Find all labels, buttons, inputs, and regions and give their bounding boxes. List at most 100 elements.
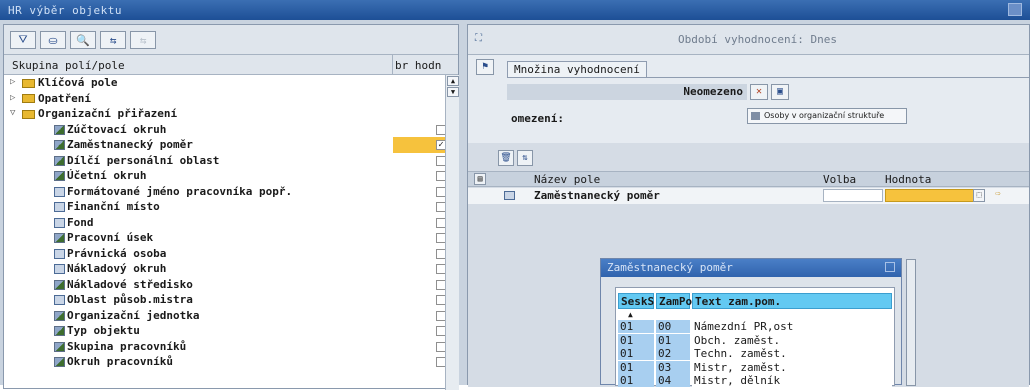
window-title: HR výběr objektu	[8, 4, 122, 17]
popup-close-icon[interactable]	[885, 262, 895, 272]
tree-item[interactable]: Pracovní úsek	[4, 230, 446, 246]
field-edit-icon	[54, 326, 65, 336]
evaluation-set-area: Neomezeno ✕ ▣ omezení: Osoby v organizač…	[507, 77, 1029, 137]
tree-item[interactable]: ▷ Klíčová pole	[4, 75, 445, 91]
restriction-label: omezení:	[511, 112, 564, 125]
details-icon[interactable]: ▣	[771, 84, 789, 100]
field-edit-icon	[54, 124, 65, 135]
cell-zampo[interactable]: 02	[656, 347, 690, 360]
tree-item[interactable]: Okruh pracovníků	[4, 354, 446, 370]
main-area: ⛛ ⛀ 🔍 ⇆ ⇆ Skupina polí/pole br hodn ▷ Klí…	[0, 20, 1030, 390]
tree-item[interactable]: Zaměstnanecký poměr ✓	[4, 137, 446, 153]
tree-item[interactable]: Skupina pracovníků	[4, 339, 446, 355]
tree-item[interactable]: Oblast působ.mistra	[4, 292, 446, 308]
filter-button[interactable]: ⛛	[10, 31, 36, 49]
cell-seskS[interactable]: 01	[618, 374, 654, 387]
tree-item[interactable]: Právnická osoba	[4, 246, 446, 262]
popup-scrollbar[interactable]	[906, 259, 916, 386]
cell-zampo[interactable]: 01	[656, 333, 690, 347]
cell-text[interactable]: Obch. zaměst.	[692, 333, 892, 347]
collapse-button[interactable]: ⛀	[40, 31, 66, 49]
tree-item-label: Nákladový okruh	[54, 261, 166, 277]
cell-seskS[interactable]: 01	[618, 360, 654, 374]
cell-text[interactable]: Techn. zaměst.	[692, 347, 892, 360]
window-menu-button[interactable]	[1008, 3, 1022, 16]
tree-item[interactable]: Formátované jméno pracovníka popř.	[4, 184, 446, 200]
value-help-icon[interactable]: ⬚	[973, 189, 985, 202]
multiple-selection-icon[interactable]: ⇨	[988, 189, 1008, 202]
evaluation-set-tab[interactable]: Množina vyhodnocení	[507, 61, 647, 77]
value-input[interactable]	[885, 189, 985, 202]
column-header-text[interactable]: Text zam.pom.	[692, 293, 892, 309]
folder-icon	[22, 109, 35, 119]
tree-item-text: Účetní okruh	[67, 169, 147, 182]
sort-ascending-icon: ▲	[628, 310, 633, 319]
tree-item-text: Fond	[67, 215, 94, 229]
folder-icon	[22, 94, 35, 103]
cell-text[interactable]: Námezdní PR,ost	[692, 320, 892, 333]
popup-title: Zaměstnanecký poměr	[607, 261, 733, 274]
option-input[interactable]	[823, 189, 883, 202]
tree-item-label: Nákladové středisko	[54, 277, 193, 293]
expand-arrow-icon[interactable]: ▷	[10, 91, 18, 107]
cell-seskS[interactable]: 01	[618, 320, 654, 333]
find-button[interactable]: 🔍	[70, 31, 96, 49]
tree-scrollbar[interactable]: ▲ ▼	[445, 75, 459, 390]
select-all-rows-icon[interactable]: ▤	[474, 173, 486, 185]
tree-item-label: Typ objektu	[54, 323, 140, 339]
tree-item-text: Klíčová pole	[38, 76, 118, 89]
tree-item[interactable]: Finanční místo	[4, 199, 446, 215]
tree-item[interactable]: Nákladové středisko	[4, 277, 446, 293]
table-row[interactable]: Zaměstnanecký poměr ⬚ ⇨	[468, 188, 1029, 204]
delete-row-icon[interactable]: 🗑	[498, 150, 514, 166]
evaluation-period-bar: ⛶ Období vyhodnocení: Dnes	[468, 25, 1029, 55]
tree-item-text: Formátované jméno pracovníka popř.	[67, 184, 293, 198]
popup-titlebar: Zaměstnanecký poměr	[601, 259, 901, 277]
org-structure-persons-button[interactable]: Osoby v organizační struktuře	[747, 108, 907, 124]
column-header-zampo[interactable]: ZamPo	[656, 293, 692, 309]
cell-text[interactable]: Mistr, zaměst.	[692, 360, 892, 374]
tree-item[interactable]: Organizační jednotka	[4, 308, 446, 324]
scroll-down-arrow[interactable]: ▼	[447, 87, 459, 97]
sort-icon[interactable]: ⇅	[517, 150, 533, 166]
tree-item-label: Finanční místo	[54, 199, 160, 215]
tree-item-label: Dílčí personální oblast	[54, 153, 219, 169]
tree-item-label: Právnická osoba	[54, 246, 166, 262]
tree-item[interactable]: Typ objektu	[4, 323, 446, 339]
cell-zampo[interactable]: 04	[656, 374, 690, 387]
value-list: SeskS ZamPo Text zam.pom. ▲ 01 00 Námezdní…	[615, 287, 895, 387]
cell-zampo[interactable]: 03	[656, 360, 690, 374]
field-group-panel: ⛛ ⛀ 🔍 ⇆ ⇆ Skupina polí/pole br hodn ▷ Klí…	[3, 24, 459, 390]
scroll-up-arrow[interactable]: ▲	[447, 76, 459, 86]
tree-item-label: Organizační přiřazení	[22, 106, 177, 122]
column-header-seskS[interactable]: SeskS	[618, 293, 654, 309]
expand-arrow-icon[interactable]: ▷	[10, 75, 18, 91]
transfer-button[interactable]: ⇆	[100, 31, 126, 49]
field-edit-icon	[54, 155, 65, 166]
tree-item[interactable]: Fond	[4, 215, 446, 231]
tree-item[interactable]: Účetní okruh	[4, 168, 446, 184]
folder-icon	[22, 78, 35, 88]
delete-restriction-icon[interactable]: ✕	[750, 84, 768, 100]
cell-seskS[interactable]: 01	[618, 333, 654, 347]
field-edit-icon	[54, 140, 65, 150]
transfer-disabled-button[interactable]: ⇆	[130, 31, 156, 49]
period-icon[interactable]: ⛶	[475, 33, 482, 44]
tree-item-text: Organizační jednotka	[67, 308, 200, 322]
tree-item[interactable]: Dílčí personální oblast	[4, 153, 446, 169]
tree-item-text: Skupina pracovníků	[67, 339, 187, 353]
field-icon	[54, 202, 65, 212]
tree-item-text: Zúčtovací okruh	[67, 122, 167, 136]
collapse-arrow-icon[interactable]: ▽	[10, 106, 18, 122]
tree-item[interactable]: Nákladový okruh	[4, 261, 446, 277]
cell-seskS[interactable]: 01	[618, 347, 654, 360]
tree-item[interactable]: ▷ Opatření	[4, 91, 445, 107]
column-header-field-group: Skupina polí/pole	[12, 59, 125, 72]
tree-item[interactable]: Zúčtovací okruh	[4, 122, 446, 138]
table-header: ▤ Název pole Volba Hodnota	[468, 171, 1029, 187]
cell-zampo[interactable]: 00	[656, 320, 690, 333]
cell-text[interactable]: Mistr, dělník	[692, 374, 892, 387]
field-edit-icon	[54, 279, 65, 290]
tree-item[interactable]: ▽ Organizační přiřazení	[4, 106, 445, 122]
set-icon[interactable]: ⚑	[476, 59, 494, 75]
